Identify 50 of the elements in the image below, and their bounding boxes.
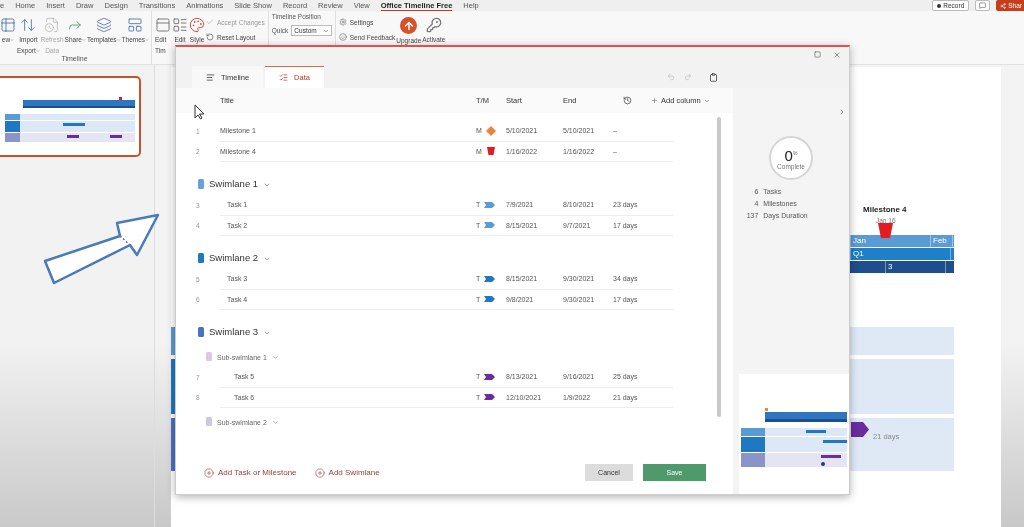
expand-chevron-icon[interactable] <box>263 181 272 189</box>
grid-icon <box>0 17 16 33</box>
undo-arrow-icon <box>206 33 215 41</box>
chevron-task-icon <box>851 422 869 437</box>
month-label: Feb <box>931 235 953 247</box>
clipboard-icon[interactable] <box>709 72 718 82</box>
key-icon <box>425 17 442 33</box>
plus-circle-icon <box>204 467 214 478</box>
expand-chevron-icon[interactable] <box>263 255 272 263</box>
list-layout-icon <box>172 17 189 33</box>
week-label: 3 <box>886 261 946 273</box>
layers-icon <box>95 17 112 33</box>
add-swimlane-link[interactable]: Add Swimlane <box>314 467 380 478</box>
history-icon[interactable] <box>623 96 632 105</box>
check-icon <box>206 18 215 26</box>
layout-icon <box>127 17 144 33</box>
expand-chevron-icon[interactable] <box>271 419 279 426</box>
caret-icon <box>322 27 329 34</box>
up-down-arrows-icon <box>20 17 37 33</box>
share-icon <box>1000 2 1007 9</box>
quarter-label: Q1 <box>851 248 951 260</box>
panel-icon <box>155 17 172 33</box>
maximize-icon[interactable] <box>814 51 821 58</box>
close-icon[interactable] <box>833 50 841 59</box>
plus-icon <box>651 97 658 104</box>
palette-icon <box>189 17 206 33</box>
trapezoid-marker-icon <box>878 223 893 238</box>
milestone-title: Milestone 4 <box>863 205 907 214</box>
caret-icon <box>703 97 710 104</box>
document-clock-icon <box>44 17 61 33</box>
record-dot-icon <box>937 3 942 8</box>
settings-icon <box>338 18 347 26</box>
add-task-link[interactable]: Add Task or Milestone <box>204 467 297 478</box>
list-icon <box>279 73 289 82</box>
swimlane-title: Swimlane 2 <box>209 252 259 263</box>
scrollbar[interactable] <box>717 117 721 417</box>
redo-icon[interactable] <box>684 73 692 81</box>
smiley-icon <box>338 33 347 41</box>
percent-value: 0$^{%}$ <box>784 146 798 163</box>
swimlane-title: Swimlane 3 <box>209 326 259 337</box>
expand-chevron-icon[interactable] <box>263 329 272 337</box>
expand-chevron-icon[interactable] <box>271 354 279 361</box>
slide-thumbnail[interactable] <box>0 76 141 157</box>
comment-icon <box>979 2 987 9</box>
lines-icon <box>206 73 215 82</box>
undo-icon[interactable] <box>667 73 675 81</box>
plus-circle-icon <box>314 467 325 478</box>
swimlane-title: Swimlane 1 <box>209 178 259 189</box>
comments-button[interactable] <box>975 0 991 11</box>
collapse-arrow-icon[interactable] <box>838 108 846 116</box>
